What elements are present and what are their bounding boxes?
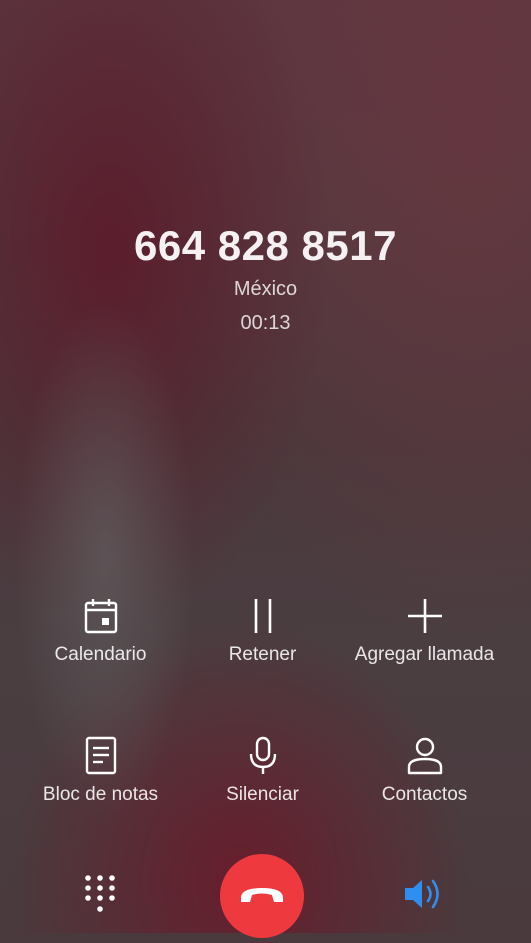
- hold-label: Retener: [228, 644, 297, 665]
- calendar-label: Calendario: [54, 644, 147, 665]
- call-duration: 00:13: [240, 312, 291, 334]
- in-call-screen: 664 828 8517 México 00:13 Calendario Ret…: [0, 0, 531, 938]
- pause-icon: [254, 599, 271, 633]
- add-call-button[interactable]: Agregar llamada: [336, 596, 513, 666]
- calendar-button[interactable]: Calendario: [12, 596, 189, 666]
- contacts-label: Contactos: [381, 784, 468, 805]
- mute-button[interactable]: Silenciar: [174, 736, 351, 806]
- notes-button[interactable]: Bloc de notas: [12, 736, 189, 806]
- phone-hangup-icon: [241, 888, 283, 902]
- calendar-icon: [84, 599, 117, 634]
- end-call-button[interactable]: [220, 854, 304, 938]
- dialpad-icon: [85, 875, 115, 912]
- phone-number: 664 828 8517: [134, 222, 397, 269]
- speaker-button[interactable]: [402, 874, 448, 914]
- add-call-label: Agregar llamada: [354, 644, 495, 665]
- caller-location: México: [233, 278, 298, 300]
- notes-label: Bloc de notas: [42, 784, 159, 805]
- speaker-icon: [405, 879, 439, 909]
- plus-icon: [407, 599, 442, 633]
- dialpad-button[interactable]: [80, 872, 120, 918]
- person-icon: [407, 737, 442, 775]
- contacts-button[interactable]: Contactos: [336, 736, 513, 806]
- hold-button[interactable]: Retener: [174, 596, 351, 666]
- microphone-icon: [249, 736, 276, 774]
- mute-label: Silenciar: [226, 784, 299, 805]
- notepad-icon: [85, 736, 116, 775]
